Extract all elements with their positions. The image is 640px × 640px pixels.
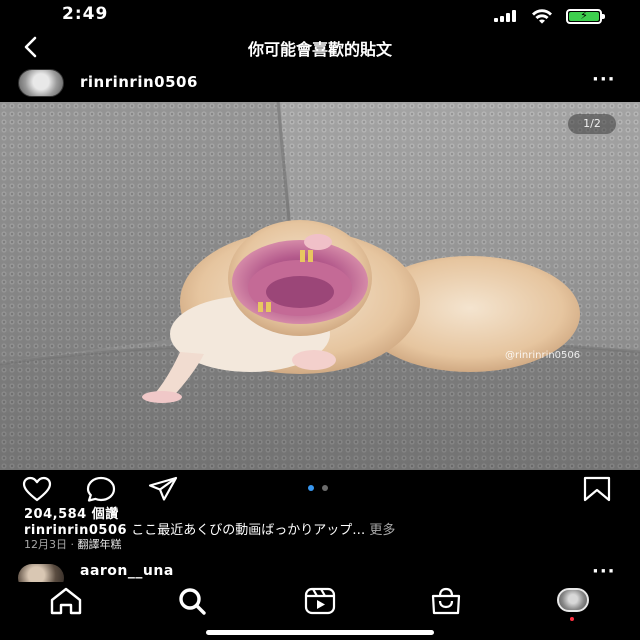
carousel-dot [322, 485, 328, 491]
carousel-dot-active [308, 485, 314, 491]
home-icon[interactable] [46, 586, 86, 616]
shop-icon[interactable] [426, 586, 466, 616]
share-icon[interactable] [148, 476, 178, 502]
carousel-page-indicator: 1/2 [568, 114, 616, 134]
bookmark-icon[interactable] [582, 476, 612, 502]
avatar[interactable] [18, 69, 64, 97]
meta-separator: · [70, 538, 75, 551]
post-username[interactable]: rinrinrin0506 [80, 73, 198, 91]
avatar[interactable] [18, 564, 64, 584]
comment-icon[interactable] [86, 476, 116, 502]
reels-icon[interactable] [300, 586, 340, 616]
post-actions [0, 474, 640, 504]
page-title: 你可能會喜歡的貼文 [247, 40, 392, 59]
search-icon[interactable] [172, 586, 212, 616]
post-date: 12月3日 [24, 538, 67, 551]
caption-more-link[interactable]: 更多 [369, 523, 395, 538]
post-header: rinrinrin0506 ··· [0, 66, 640, 100]
more-options-icon[interactable]: ··· [592, 563, 616, 581]
translate-link[interactable]: 翻譯年糕 [78, 538, 122, 551]
notification-dot [570, 617, 574, 621]
image-watermark: @rinrinrin0506 [505, 350, 581, 361]
battery-icon: ⚡ [566, 9, 605, 24]
profile-avatar[interactable] [557, 588, 589, 612]
status-bar: 2:49 ⚡ [0, 0, 640, 32]
top-navigation: 你可能會喜歡的貼文 [0, 32, 640, 62]
wifi-icon [532, 9, 552, 24]
home-indicator [206, 630, 434, 635]
heart-icon[interactable] [22, 476, 52, 502]
caption-text: ここ最近あくびの動画ばっかりアップ… [131, 523, 366, 538]
next-post-header: aaron__una ··· [0, 562, 640, 584]
next-post-username[interactable]: aaron__una [80, 563, 174, 579]
post-meta: 12月3日 · 翻譯年糕 [24, 536, 122, 552]
carousel-dots [308, 485, 334, 491]
cellular-signal-icon [494, 10, 520, 22]
hamster-photo [0, 102, 640, 470]
post-image[interactable]: 1/2 @rinrinrin0506 [0, 102, 640, 470]
more-options-icon[interactable]: ··· [592, 71, 616, 89]
bottom-tab-bar [0, 582, 640, 640]
status-time: 2:49 [62, 4, 109, 24]
